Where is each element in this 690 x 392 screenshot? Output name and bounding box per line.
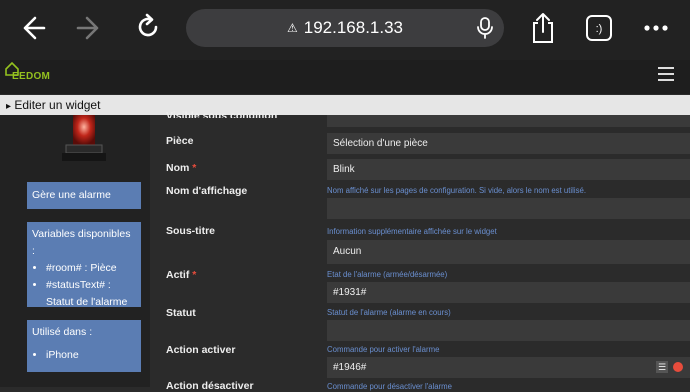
back-icon[interactable] bbox=[18, 14, 46, 42]
soustitre-select[interactable]: Aucun bbox=[327, 240, 690, 264]
required-marker: * bbox=[192, 162, 197, 174]
actif-help: Etat de l'alarme (armée/désarmée) bbox=[327, 270, 448, 279]
svg-text::): :) bbox=[596, 23, 603, 35]
used-in-box: Utilisé dans : iPhone bbox=[27, 320, 141, 372]
widget-description: Gère une alarme bbox=[27, 182, 141, 209]
page-title: Editer un widget bbox=[14, 98, 101, 112]
statut-help: Statut de l'alarme (alarme en cours) bbox=[327, 308, 451, 317]
action-activer-help: Commande pour activer l'alarme bbox=[327, 345, 440, 354]
warning-icon: ⚠ bbox=[286, 21, 298, 35]
soustitre-label: Sous-titre bbox=[166, 225, 216, 237]
menu-icon[interactable] bbox=[658, 67, 674, 85]
piece-select[interactable]: Sélection d'une pièce bbox=[327, 133, 690, 154]
visible-condition-label: Visible sous condition bbox=[166, 110, 278, 118]
more-icon[interactable] bbox=[643, 24, 669, 32]
nom-label-text: Nom bbox=[166, 162, 190, 174]
statut-label: Statut bbox=[166, 307, 196, 319]
microphone-icon[interactable] bbox=[476, 17, 494, 39]
page-title-bar[interactable]: ▸ Editer un widget bbox=[0, 95, 690, 115]
used-in-title: Utilisé dans : bbox=[32, 326, 93, 338]
action-activer-input[interactable]: #1946# bbox=[327, 357, 690, 378]
chevron-right-icon: ▸ bbox=[6, 101, 12, 112]
address-bar[interactable]: ⚠ 192.168.1.33 bbox=[186, 9, 504, 47]
visible-condition-field[interactable] bbox=[327, 115, 690, 127]
alarm-light-icon bbox=[62, 115, 106, 161]
list-icon[interactable]: ☰ bbox=[656, 361, 668, 373]
statut-input[interactable] bbox=[327, 320, 690, 341]
affichage-label: Nom d'affichage bbox=[166, 185, 248, 197]
action-desactiver-label: Action désactiver bbox=[166, 380, 254, 392]
piece-label: Pièce bbox=[166, 135, 194, 147]
variable-item: #room# : Pièce bbox=[46, 260, 136, 277]
variables-box: Variables disponibles : #room# : Pièce #… bbox=[27, 222, 141, 308]
actif-label-text: Actif bbox=[166, 269, 190, 281]
share-icon[interactable] bbox=[530, 12, 556, 44]
tabs-icon[interactable]: :) bbox=[585, 14, 613, 42]
affichage-help: Nom affiché sur les pages de configurati… bbox=[327, 186, 587, 195]
variable-item: #statusText# : Statut de l'alarme bbox=[46, 277, 136, 311]
affichage-input[interactable] bbox=[327, 198, 690, 219]
reload-icon[interactable] bbox=[134, 13, 162, 41]
used-in-item: iPhone bbox=[46, 347, 136, 364]
app-header bbox=[0, 60, 690, 94]
nom-input[interactable]: Blink bbox=[327, 159, 690, 180]
actif-input[interactable]: #1931# bbox=[327, 282, 690, 303]
app-logo[interactable]: EEDOM bbox=[12, 71, 50, 82]
forward-icon[interactable] bbox=[76, 14, 104, 42]
soustitre-help: Information supplémentaire affichée sur … bbox=[327, 227, 497, 236]
actif-label: Actif * bbox=[166, 269, 196, 281]
nom-label: Nom * bbox=[166, 162, 196, 174]
required-marker: * bbox=[192, 269, 197, 281]
action-activer-label: Action activer bbox=[166, 344, 236, 356]
remove-icon[interactable] bbox=[673, 362, 683, 372]
url-text: 192.168.1.33 bbox=[303, 18, 404, 37]
variables-title: Variables disponibles : bbox=[32, 228, 131, 257]
